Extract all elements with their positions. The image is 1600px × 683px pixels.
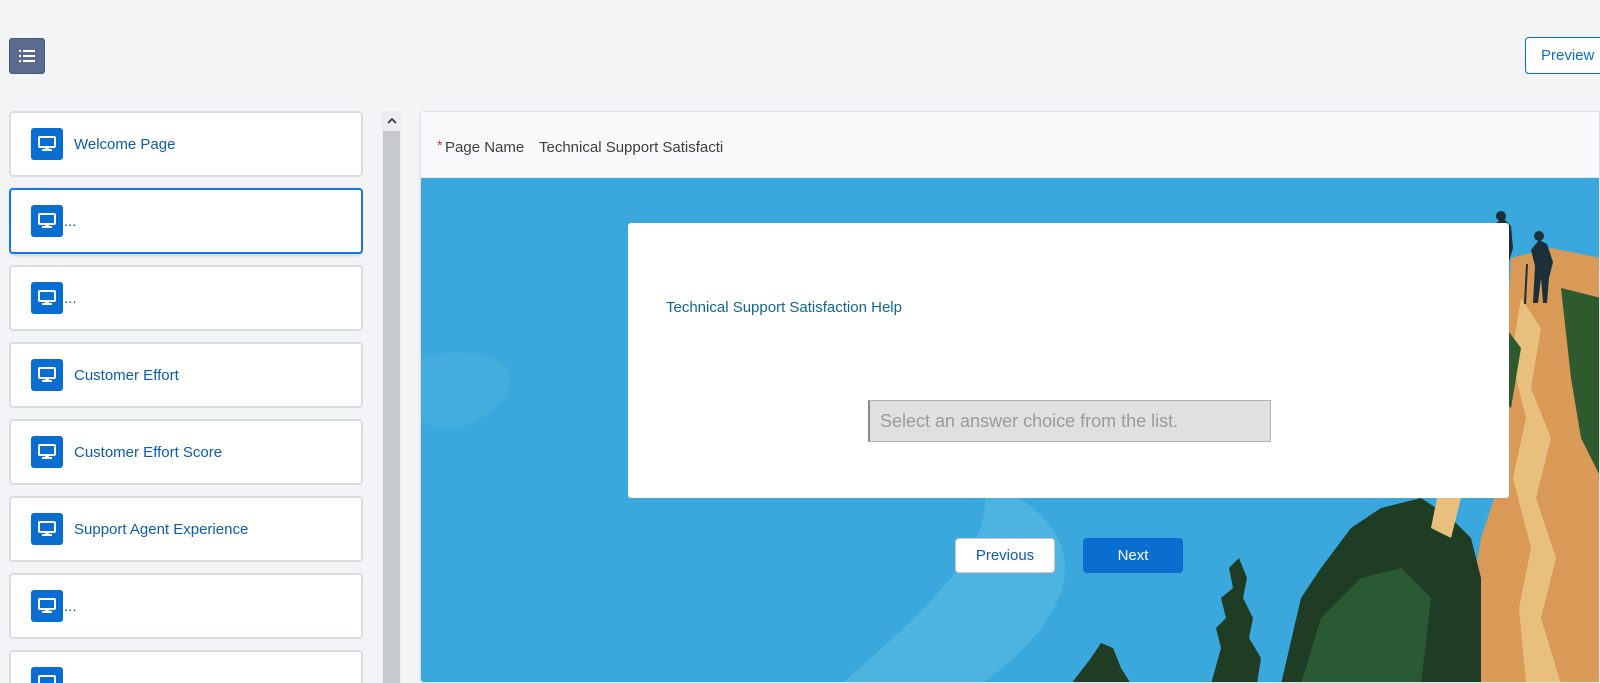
page-name-field[interactable]: Technical Support Satisfacti xyxy=(539,139,723,156)
page-item-partial[interactable] xyxy=(9,650,363,683)
monitor-icon xyxy=(31,359,63,391)
page-name-header: * Page Name Technical Support Satisfacti xyxy=(421,112,1599,178)
question-title[interactable]: Technical Support Satisfaction Help xyxy=(666,299,902,316)
page-item-label: Customer Effort Score xyxy=(74,443,223,461)
monitor-icon xyxy=(31,128,63,160)
page-item-selected[interactable]: ... xyxy=(9,188,363,254)
page-item-label: Support Agent Experience xyxy=(74,520,249,538)
page-item[interactable]: ... xyxy=(9,265,363,331)
page-item-label: ... xyxy=(64,289,77,307)
scroll-thumb[interactable] xyxy=(383,131,400,683)
preview-button[interactable]: Preview xyxy=(1525,37,1600,74)
required-indicator: * xyxy=(437,137,443,153)
page-item[interactable]: ... xyxy=(9,573,363,639)
monitor-icon xyxy=(31,436,63,468)
scroll-up-button[interactable] xyxy=(382,111,401,130)
list-icon xyxy=(19,50,35,62)
monitor-icon xyxy=(31,667,63,683)
toggle-sidebar-button[interactable] xyxy=(9,38,45,74)
page-item-label: ... xyxy=(64,597,77,615)
monitor-icon xyxy=(31,590,63,622)
monitor-icon xyxy=(31,282,63,314)
page-item-label: Welcome Page xyxy=(74,135,176,153)
answer-select[interactable]: Select an answer choice from the list. xyxy=(868,400,1271,442)
previous-button[interactable]: Previous xyxy=(955,538,1055,573)
page-item-label: ... xyxy=(64,212,77,230)
chevron-up-icon xyxy=(386,117,397,124)
survey-canvas: Technical Support Satisfaction Help Sele… xyxy=(421,178,1599,682)
question-card: Technical Support Satisfaction Help Sele… xyxy=(628,223,1509,498)
next-button[interactable]: Next xyxy=(1083,538,1183,573)
page-item-label: Customer Effort xyxy=(74,366,179,384)
page-list: Welcome Page ... ... Customer Effort Cus… xyxy=(9,111,363,683)
page-editor: * Page Name Technical Support Satisfacti xyxy=(420,111,1600,683)
page-item-welcome[interactable]: Welcome Page xyxy=(9,111,363,177)
page-item-customer-effort[interactable]: Customer Effort xyxy=(9,342,363,408)
monitor-icon xyxy=(31,205,63,237)
sidebar-scrollbar[interactable] xyxy=(382,111,401,683)
page-item-support-agent-experience[interactable]: Support Agent Experience xyxy=(9,496,363,562)
page-name-label: Page Name xyxy=(445,139,525,156)
monitor-icon xyxy=(31,513,63,545)
page-item-customer-effort-score[interactable]: Customer Effort Score xyxy=(9,419,363,485)
